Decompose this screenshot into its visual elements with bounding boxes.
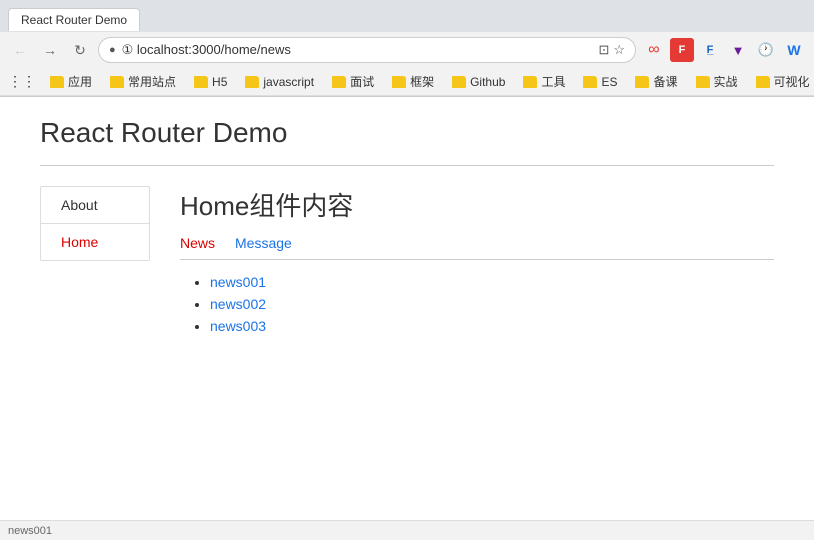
secure-icon: ● <box>109 44 116 56</box>
list-item: news002 <box>210 296 774 312</box>
news-link-3[interactable]: news003 <box>210 318 266 334</box>
bookmark-label: 工具 <box>541 73 565 90</box>
main-layout: About Home Home组件内容 News Message news001… <box>40 186 774 340</box>
address-actions: ⊡ ☆ <box>598 42 625 58</box>
bookmark-tools[interactable]: 工具 <box>515 70 573 93</box>
folder-icon <box>110 76 124 88</box>
bookmark-h5[interactable]: H5 <box>186 72 235 92</box>
browser-toolbar: ← → ↻ ● ① localhost:3000/home/news ⊡ ☆ ∞… <box>0 32 814 68</box>
folder-icon <box>50 76 64 88</box>
news-link-1[interactable]: news001 <box>210 274 266 290</box>
folder-icon <box>523 76 537 88</box>
ext-icon-1[interactable]: F <box>670 38 694 62</box>
bookmark-label: 面试 <box>350 73 374 90</box>
status-text: news001 <box>8 525 52 537</box>
star-icon[interactable]: ☆ <box>613 42 625 58</box>
folder-icon <box>635 76 649 88</box>
folder-icon <box>452 76 466 88</box>
history-icon-btn[interactable]: 🕐 <box>754 38 778 62</box>
bookmark-label: H5 <box>212 75 227 89</box>
bookmark-backup[interactable]: 备课 <box>627 70 685 93</box>
screenshot-icon[interactable]: ⊡ <box>598 42 609 58</box>
sidebar-nav: About Home <box>40 186 150 261</box>
home-component-title: Home组件内容 <box>180 186 774 223</box>
bookmark-label: 应用 <box>68 73 92 90</box>
bookmarks-bar: ⋮⋮ 应用 常用站点 H5 javascript 面试 框架 Github <box>0 68 814 96</box>
bookmark-practice[interactable]: 实战 <box>688 70 746 93</box>
bookmark-js[interactable]: javascript <box>237 72 322 92</box>
bookmark-label: javascript <box>263 75 314 89</box>
news-link-2[interactable]: news002 <box>210 296 266 312</box>
list-item: news001 <box>210 274 774 290</box>
address-bar[interactable]: ● ① localhost:3000/home/news ⊡ ☆ <box>98 37 636 63</box>
bookmark-label: 实战 <box>714 73 738 90</box>
sidebar-item-home[interactable]: Home <box>41 224 149 260</box>
ext-icon-2[interactable]: F̲ <box>698 38 722 62</box>
folder-icon <box>756 76 770 88</box>
down-arrow-icon-btn[interactable]: ▼ <box>726 38 750 62</box>
reload-button[interactable]: ↻ <box>68 38 92 62</box>
bookmark-label: 常用站点 <box>128 73 176 90</box>
sub-nav-divider <box>180 259 774 260</box>
browser-chrome: React Router Demo ← → ↻ ● ① localhost:30… <box>0 0 814 97</box>
folder-icon <box>332 76 346 88</box>
url-text: ① localhost:3000/home/news <box>122 42 291 58</box>
folder-icon <box>392 76 406 88</box>
bookmark-framework[interactable]: 框架 <box>384 70 442 93</box>
sub-nav: News Message <box>180 235 774 251</box>
news-list: news001 news002 news003 <box>180 274 774 334</box>
bookmark-interview[interactable]: 面试 <box>324 70 382 93</box>
browser-tabs: React Router Demo <box>0 0 814 32</box>
home-content: Home组件内容 News Message news001 news002 ne… <box>180 186 774 340</box>
forward-button[interactable]: → <box>38 38 62 62</box>
bookmark-apps[interactable]: 应用 <box>42 70 100 93</box>
bookmark-label: 框架 <box>410 73 434 90</box>
bookmark-github[interactable]: Github <box>444 72 513 92</box>
bookmark-es[interactable]: ES <box>575 72 625 92</box>
bookmark-label: ES <box>601 75 617 89</box>
bookmark-label: 可视化 <box>774 73 810 90</box>
bookmark-label: 备课 <box>653 73 677 90</box>
toolbar-icons: ∞ F F̲ ▼ 🕐 W <box>642 38 806 62</box>
folder-icon <box>245 76 259 88</box>
folder-icon <box>583 76 597 88</box>
page-content: React Router Demo About Home Home组件内容 Ne… <box>0 97 814 360</box>
page-title: React Router Demo <box>40 117 774 149</box>
subnav-message[interactable]: Message <box>235 235 292 251</box>
status-bar: news001 <box>0 520 814 540</box>
list-item: news003 <box>210 318 774 334</box>
folder-icon <box>194 76 208 88</box>
active-tab[interactable]: React Router Demo <box>8 8 140 31</box>
edge-icon-btn[interactable]: W <box>782 38 806 62</box>
sidebar-item-about[interactable]: About <box>41 187 149 224</box>
bookmark-visual[interactable]: 可视化 <box>748 70 814 93</box>
apps-icon[interactable]: ⋮⋮ <box>8 73 36 90</box>
infinity-icon-btn[interactable]: ∞ <box>642 38 666 62</box>
folder-icon <box>696 76 710 88</box>
back-button[interactable]: ← <box>8 38 32 62</box>
bookmark-label: Github <box>470 75 505 89</box>
title-divider <box>40 165 774 166</box>
bookmark-common[interactable]: 常用站点 <box>102 70 184 93</box>
subnav-news[interactable]: News <box>180 235 215 251</box>
